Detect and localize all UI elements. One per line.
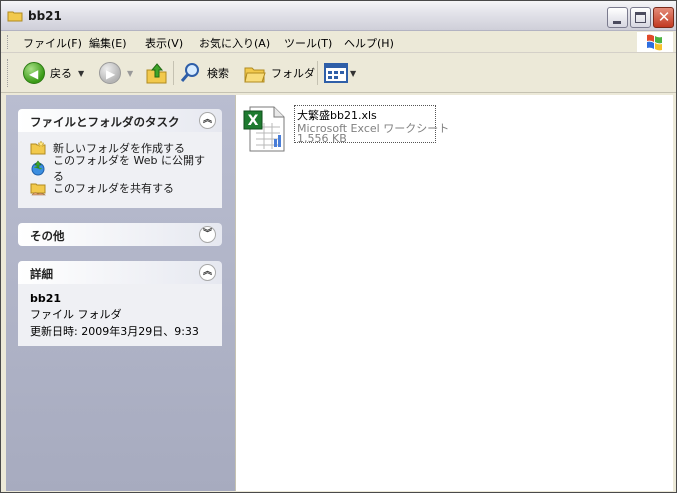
- toolbar-separator: [173, 61, 174, 85]
- menu-bar: ファイル(F) 編集(E) 表示(V) お気に入り(A) ツール(T) ヘルプ(…: [1, 31, 676, 53]
- other-panel-header[interactable]: その他 ︾: [18, 223, 222, 246]
- forward-arrow-icon: ▶: [99, 62, 121, 84]
- excel-file-icon: X: [243, 106, 285, 152]
- close-button[interactable]: ✕: [653, 7, 674, 28]
- expand-chevron-icon[interactable]: ︾: [199, 226, 216, 243]
- search-button[interactable]: 検索: [179, 59, 229, 87]
- windows-logo-icon: [637, 32, 673, 52]
- up-folder-icon: [146, 63, 167, 84]
- svg-text:X: X: [248, 113, 259, 129]
- maximize-button[interactable]: [630, 7, 651, 28]
- tasks-panel-body: 新しいフォルダを作成する このフォルダを Web に公開する このフォルダを共有…: [18, 132, 222, 208]
- file-item[interactable]: X 大繁盛bb21.xls Microsoft Excel ワークシート 1,5…: [242, 103, 449, 152]
- collapse-chevron-icon[interactable]: ︽: [199, 264, 216, 281]
- search-icon: [180, 63, 199, 82]
- minimize-icon: [613, 21, 621, 24]
- forward-dropdown-icon[interactable]: ▼: [127, 69, 133, 78]
- folder-icon: [7, 11, 23, 22]
- search-label: 検索: [207, 67, 229, 80]
- details-name: bb21: [30, 292, 62, 305]
- views-icon: [324, 63, 348, 83]
- views-dropdown-icon[interactable]: ▼: [350, 69, 356, 78]
- other-panel-title: その他: [30, 229, 65, 243]
- toolbar-grip[interactable]: [7, 59, 10, 87]
- details-type: ファイル フォルダ: [30, 308, 122, 321]
- new-folder-icon: [30, 140, 46, 155]
- menu-view[interactable]: 表示(V): [145, 35, 183, 51]
- details-panel-title: 詳細: [30, 267, 53, 281]
- folders-button[interactable]: フォルダ: [243, 59, 315, 87]
- details-modified: 更新日時: 2009年3月29日、9:33: [30, 325, 199, 338]
- minimize-button[interactable]: [607, 7, 628, 28]
- task-publish-web[interactable]: このフォルダを Web に公開する: [30, 154, 212, 183]
- close-icon: ✕: [657, 8, 671, 26]
- share-folder-icon: [30, 183, 46, 196]
- task-label: このフォルダを共有する: [53, 182, 174, 195]
- folders-icon: [244, 67, 266, 83]
- file-list[interactable]: X 大繁盛bb21.xls Microsoft Excel ワークシート 1,5…: [235, 95, 673, 491]
- other-panel: その他 ︾: [18, 223, 222, 246]
- views-button[interactable]: ▼: [324, 59, 356, 87]
- menu-tools[interactable]: ツール(T): [284, 35, 332, 51]
- explorer-window: bb21 ✕ ファイル(F) 編集(E) 表示(V) お気に入り(A) ツール(…: [0, 0, 677, 493]
- details-panel: 詳細 ︽ bb21 ファイル フォルダ 更新日時: 2009年3月29日、9:3…: [18, 261, 222, 346]
- details-panel-body: bb21 ファイル フォルダ 更新日時: 2009年3月29日、9:33: [18, 284, 222, 346]
- menu-help[interactable]: ヘルプ(H): [344, 35, 394, 51]
- file-label-box[interactable]: 大繁盛bb21.xls Microsoft Excel ワークシート 1,556…: [294, 105, 449, 145]
- window-title: bb21: [28, 9, 62, 23]
- details-panel-header[interactable]: 詳細 ︽: [18, 261, 222, 284]
- folders-label: フォルダ: [271, 67, 315, 80]
- tasks-panel: ファイルとフォルダのタスク ︽ 新しいフォルダを作成する このフォルダを Web…: [18, 109, 222, 208]
- tasks-panel-title: ファイルとフォルダのタスク: [30, 115, 180, 129]
- back-button[interactable]: ◀ 戻る ▼: [23, 59, 84, 87]
- menu-favorites[interactable]: お気に入り(A): [199, 35, 270, 51]
- tasks-panel-header[interactable]: ファイルとフォルダのタスク ︽: [18, 109, 222, 132]
- back-label: 戻る: [50, 67, 72, 80]
- toolbar: ◀ 戻る ▼ ▶ ▼ 検索 フォルダ ▼: [1, 53, 676, 93]
- forward-button[interactable]: ▶ ▼: [99, 59, 133, 87]
- title-bar[interactable]: bb21 ✕: [1, 1, 676, 31]
- menubar-grip[interactable]: [7, 35, 10, 49]
- menu-file[interactable]: ファイル(F): [23, 35, 82, 51]
- maximize-icon: [635, 12, 646, 23]
- up-folder-button[interactable]: [145, 59, 169, 87]
- back-dropdown-icon[interactable]: ▼: [78, 69, 84, 78]
- toolbar-separator: [317, 61, 318, 85]
- menu-edit[interactable]: 編集(E): [89, 35, 127, 51]
- file-size: 1,556 KB: [297, 132, 347, 145]
- publish-web-icon: [31, 160, 45, 176]
- back-arrow-icon: ◀: [23, 62, 45, 84]
- collapse-chevron-icon[interactable]: ︽: [199, 112, 216, 129]
